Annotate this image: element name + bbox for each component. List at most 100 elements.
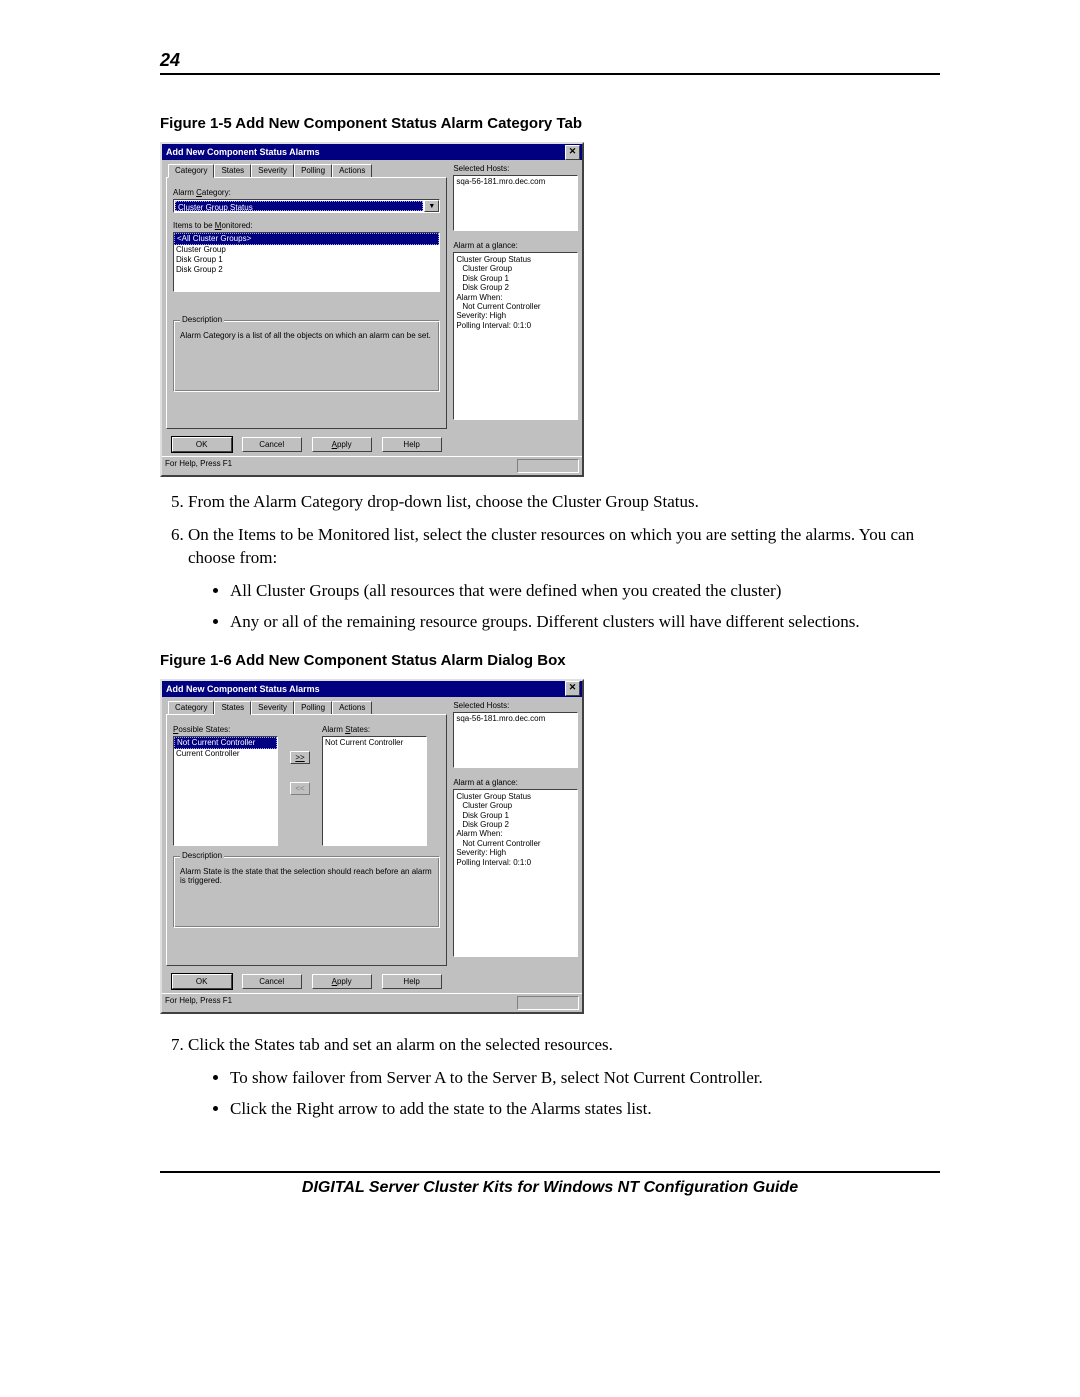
list-item[interactable]: Cluster Group: [174, 245, 439, 255]
bullet-list: To show failover from Server A to the Se…: [212, 1067, 940, 1121]
figure2-caption: Figure 1-6 Add New Component Status Alar…: [160, 652, 940, 669]
cancel-button[interactable]: Cancel: [242, 974, 302, 989]
description-groupbox: Description Alarm Category is a list of …: [173, 320, 440, 392]
move-left-button[interactable]: <<: [290, 782, 310, 795]
tab-content: Alarm Category: Cluster Group Status ▼ I…: [166, 177, 447, 429]
list-item[interactable]: <All Cluster Groups>: [174, 233, 439, 245]
dialog-body: Category States Severity Polling Actions…: [162, 697, 582, 993]
tab-severity[interactable]: Severity: [251, 164, 294, 177]
titlebar-text: Add New Component Status Alarms: [166, 147, 565, 157]
selected-hosts-label: Selected Hosts:: [453, 164, 578, 173]
tab-polling[interactable]: Polling: [294, 701, 332, 714]
body-text: Click the States tab and set an alarm on…: [160, 1034, 940, 1121]
tab-states[interactable]: States: [214, 701, 251, 715]
body-text: From the Alarm Category drop-down list, …: [160, 491, 940, 634]
figure1-caption: Figure 1-5 Add New Component Status Alar…: [160, 115, 940, 132]
tab-category[interactable]: Category: [168, 164, 214, 178]
step-6-text: On the Items to be Monitored list, selec…: [188, 525, 914, 567]
tab-states[interactable]: States: [214, 164, 251, 177]
list-item[interactable]: Disk Group 1: [174, 255, 439, 265]
alarm-category-combo[interactable]: Cluster Group Status ▼: [173, 199, 440, 213]
titlebar: Add New Component Status Alarms ✕: [162, 144, 582, 160]
glance-line: Disk Group 1: [456, 811, 575, 820]
glance-line: Alarm When:: [456, 829, 575, 838]
step-6: On the Items to be Monitored list, selec…: [188, 524, 940, 634]
tab-actions[interactable]: Actions: [332, 701, 372, 714]
dialog-body: Category States Severity Polling Actions…: [162, 160, 582, 456]
help-button[interactable]: Help: [382, 437, 442, 452]
glance-line: Disk Group 1: [456, 274, 575, 283]
list-item[interactable]: Not Current Controller: [323, 737, 426, 749]
tab-actions[interactable]: Actions: [332, 164, 372, 177]
cancel-button[interactable]: Cancel: [242, 437, 302, 452]
status-pane: [517, 996, 579, 1010]
tabstrip: Category States Severity Polling Actions: [168, 701, 447, 714]
alarm-states-list[interactable]: Not Current Controller: [322, 736, 427, 846]
tabstrip: Category States Severity Polling Actions: [168, 164, 447, 177]
bullet: All Cluster Groups (all resources that w…: [230, 580, 940, 603]
description-title: Description: [180, 851, 224, 860]
possible-states-col: Possible States: Not Current Controller …: [173, 721, 278, 846]
description-text: Alarm State is the state that the select…: [180, 867, 433, 885]
close-icon[interactable]: ✕: [565, 681, 580, 696]
ok-button[interactable]: OK: [172, 974, 232, 989]
help-button[interactable]: Help: [382, 974, 442, 989]
list-item[interactable]: Current Controller: [174, 749, 277, 759]
description-title: Description: [180, 315, 224, 324]
figure1-dialog: Add New Component Status Alarms ✕ Catego…: [160, 142, 584, 477]
possible-states-label: Possible States:: [173, 725, 278, 734]
list-item[interactable]: Disk Group 2: [174, 265, 439, 275]
status-bar: For Help, Press F1: [162, 456, 582, 475]
apply-button[interactable]: Apply: [312, 974, 372, 989]
side-panel: Selected Hosts: sqa-56-181.mro.dec.com A…: [453, 701, 578, 989]
selected-hosts-list[interactable]: sqa-56-181.mro.dec.com: [453, 712, 578, 768]
possible-states-list[interactable]: Not Current Controller Current Controlle…: [173, 736, 278, 846]
alarm-glance-box: Cluster Group Status Cluster Group Disk …: [453, 789, 578, 957]
alarm-glance-box: Cluster Group Status Cluster Group Disk …: [453, 252, 578, 420]
status-pane: [517, 459, 579, 473]
status-bar: For Help, Press F1: [162, 993, 582, 1012]
chevron-down-icon[interactable]: ▼: [424, 200, 439, 212]
bullet: Any or all of the remaining resource gro…: [230, 611, 940, 634]
apply-button[interactable]: Apply: [312, 437, 372, 452]
main-panel: Category States Severity Polling Actions…: [166, 701, 447, 989]
close-icon[interactable]: ✕: [565, 145, 580, 160]
glance-line: Cluster Group: [456, 264, 575, 273]
description-text: Alarm Category is a list of all the obje…: [180, 331, 433, 340]
page-footer: DIGITAL Server Cluster Kits for Windows …: [160, 1171, 940, 1197]
step-5: From the Alarm Category drop-down list, …: [188, 491, 940, 514]
bullet: To show failover from Server A to the Se…: [230, 1067, 940, 1090]
glance-line: Disk Group 2: [456, 283, 575, 292]
glance-line: Cluster Group Status: [456, 792, 575, 801]
glance-label: Alarm at a glance:: [453, 778, 578, 787]
move-buttons-col: >> <<: [288, 721, 312, 846]
tab-content: Possible States: Not Current Controller …: [166, 714, 447, 966]
figure2-dialog: Add New Component Status Alarms ✕ Catego…: [160, 679, 584, 1014]
alarm-states-col: Alarm States: Not Current Controller: [322, 721, 427, 846]
alarm-states-label: Alarm States:: [322, 725, 427, 734]
glance-line: Cluster Group Status: [456, 255, 575, 264]
tab-polling[interactable]: Polling: [294, 164, 332, 177]
step-7: Click the States tab and set an alarm on…: [188, 1034, 940, 1121]
list-item[interactable]: sqa-56-181.mro.dec.com: [456, 714, 575, 724]
glance-line: Severity: High: [456, 848, 575, 857]
items-monitored-label: Items to be Monitored:: [173, 221, 440, 230]
move-right-button[interactable]: >>: [290, 751, 310, 764]
step-list: Click the States tab and set an alarm on…: [160, 1034, 940, 1121]
selected-hosts-list[interactable]: sqa-56-181.mro.dec.com: [453, 175, 578, 231]
list-item[interactable]: sqa-56-181.mro.dec.com: [456, 177, 575, 187]
glance-label: Alarm at a glance:: [453, 241, 578, 250]
document-page: 24 Figure 1-5 Add New Component Status A…: [0, 0, 1080, 1257]
list-item[interactable]: Not Current Controller: [174, 737, 277, 749]
states-row: Possible States: Not Current Controller …: [173, 721, 440, 846]
ok-button[interactable]: OK: [172, 437, 232, 452]
titlebar-text: Add New Component Status Alarms: [166, 684, 565, 694]
tab-severity[interactable]: Severity: [251, 701, 294, 714]
tab-category[interactable]: Category: [168, 701, 214, 714]
page-number: 24: [160, 50, 180, 70]
glance-line: Polling Interval: 0:1:0: [456, 858, 575, 867]
status-text: For Help, Press F1: [165, 996, 517, 1010]
step-list: From the Alarm Category drop-down list, …: [160, 491, 940, 634]
items-monitored-list[interactable]: <All Cluster Groups> Cluster Group Disk …: [173, 232, 440, 292]
alarm-category-label: Alarm Category:: [173, 188, 440, 197]
